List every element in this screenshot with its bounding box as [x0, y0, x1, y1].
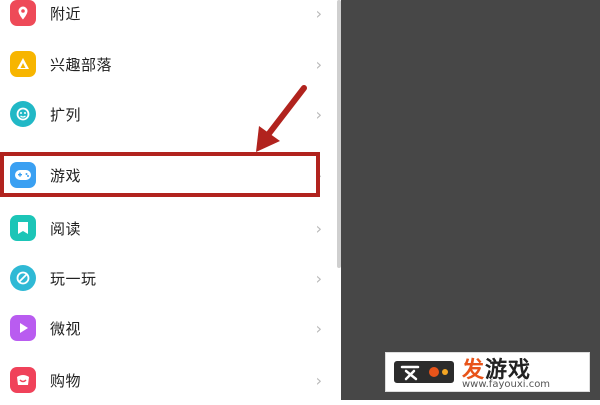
menu-item-label: 兴趣部落 [50, 55, 113, 74]
menu-item-interest-tribe[interactable]: 兴趣部落 › [0, 39, 330, 89]
video-play-icon [10, 315, 36, 341]
chevron-right-icon: › [315, 370, 322, 390]
tribe-triangle-icon [10, 51, 36, 77]
menu-item-label: 扩列 [50, 105, 82, 124]
chevron-right-icon: › [315, 3, 322, 23]
shopping-bag-icon [10, 367, 36, 393]
menu-item-label: 购物 [50, 371, 82, 390]
book-icon [10, 215, 36, 241]
menu-item-expand-friends[interactable]: 扩列 › [0, 89, 330, 139]
chevron-right-icon: › [315, 318, 322, 338]
side-menu: 附近 › 兴趣部落 › 扩列 › 游戏 › 阅读 › 玩一玩 › 微视 › 购物… [0, 0, 340, 400]
menu-item-label: 微视 [50, 319, 82, 338]
menu-item-reading[interactable]: 阅读 › [0, 203, 330, 253]
play-icon [10, 265, 36, 291]
chevron-right-icon: › [315, 54, 322, 74]
chevron-right-icon: › [315, 104, 322, 124]
friends-expand-icon [10, 101, 36, 127]
fayouxi-logo-icon [394, 361, 454, 383]
menu-item-shopping[interactable]: 购物 › [0, 355, 330, 405]
menu-item-label: 阅读 [50, 219, 82, 238]
location-pin-icon [10, 0, 36, 26]
menu-item-weishi[interactable]: 微视 › [0, 303, 330, 353]
chevron-right-icon: › [315, 218, 322, 238]
menu-item-nearby[interactable]: 附近 › [0, 0, 330, 38]
menu-item-label: 附近 [50, 4, 82, 23]
chevron-right-icon: › [315, 268, 322, 288]
menu-item-label: 玩一玩 [50, 269, 97, 288]
dimmed-overlay [341, 0, 600, 400]
highlight-box [0, 152, 320, 197]
menu-item-play[interactable]: 玩一玩 › [0, 253, 330, 303]
watermark-url: www.fayouxi.com [462, 379, 551, 390]
